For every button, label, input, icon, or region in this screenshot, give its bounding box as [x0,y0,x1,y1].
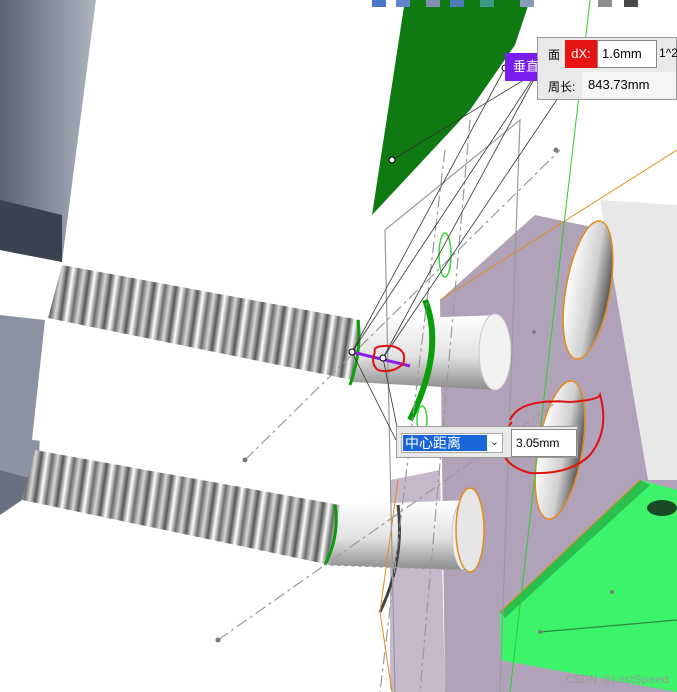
dx-value-field[interactable]: 1.6mm [597,40,657,68]
display-style-icon[interactable] [480,0,494,7]
perimeter-value: 843.73mm [588,77,650,92]
hole-on-green [647,500,677,516]
part-face-white-top [62,0,405,312]
distance-type-dropdown[interactable]: 中心距离 ⌄ [401,433,503,453]
selected-circle [438,232,452,278]
view-cube-icon[interactable] [426,0,440,7]
perimeter-value-field: 843.73mm [582,72,676,98]
leader-anchor [388,156,396,164]
view-toolbar [370,0,677,8]
center-distance-panel: 中心距离 ⌄ 3.05mm [396,426,578,458]
center-distance-field[interactable]: 3.05mm [511,429,577,457]
section-view-icon[interactable] [520,0,534,7]
perpendicular-label: 垂直 [513,59,539,74]
more-icon[interactable] [624,0,638,7]
dx-badge: dX: [565,40,597,68]
perimeter-label: 周长: [548,80,576,94]
watermark: CSDN @LostSpeed [565,673,669,686]
measure-panel: 面 dX: 1.6mm 1^2 周长: 843.73mm [537,37,677,100]
measure-point-1 [348,348,356,356]
dx-value: 1.6mm [602,46,642,61]
measure-row1-label: 面 [548,48,561,62]
chevron-down-icon[interactable]: ⌄ [490,435,499,448]
view-orientation-icon[interactable] [450,0,464,7]
shaft-upper-end [478,313,512,391]
distance-type-selected: 中心距离 [403,435,487,451]
hole-3 [455,487,485,573]
cad-viewport[interactable] [0,0,677,692]
dx-label: dX: [571,46,591,61]
render-icon[interactable] [598,0,612,7]
arrow-select-icon[interactable] [372,0,386,7]
pan-icon[interactable] [396,0,410,7]
center-distance-value: 3.05mm [516,436,560,450]
perpendicular-tag[interactable]: 垂直 [505,53,539,81]
measure-point-2 [379,354,387,362]
measure-overflow-text: 1^2 [659,46,677,60]
distance-type-label: 中心距离 [405,435,461,451]
